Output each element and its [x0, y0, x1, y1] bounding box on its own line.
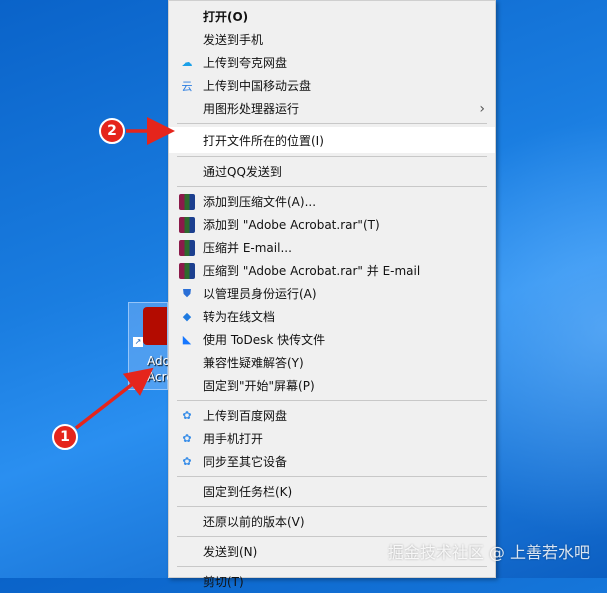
arrow-1	[74, 367, 154, 430]
step-badge-2: 2	[99, 118, 125, 144]
annotation-arrows	[74, 117, 175, 430]
step-badge-1: 1	[52, 424, 78, 450]
watermark: 掘金技术社区 @ 上善若水吧	[387, 543, 590, 562]
